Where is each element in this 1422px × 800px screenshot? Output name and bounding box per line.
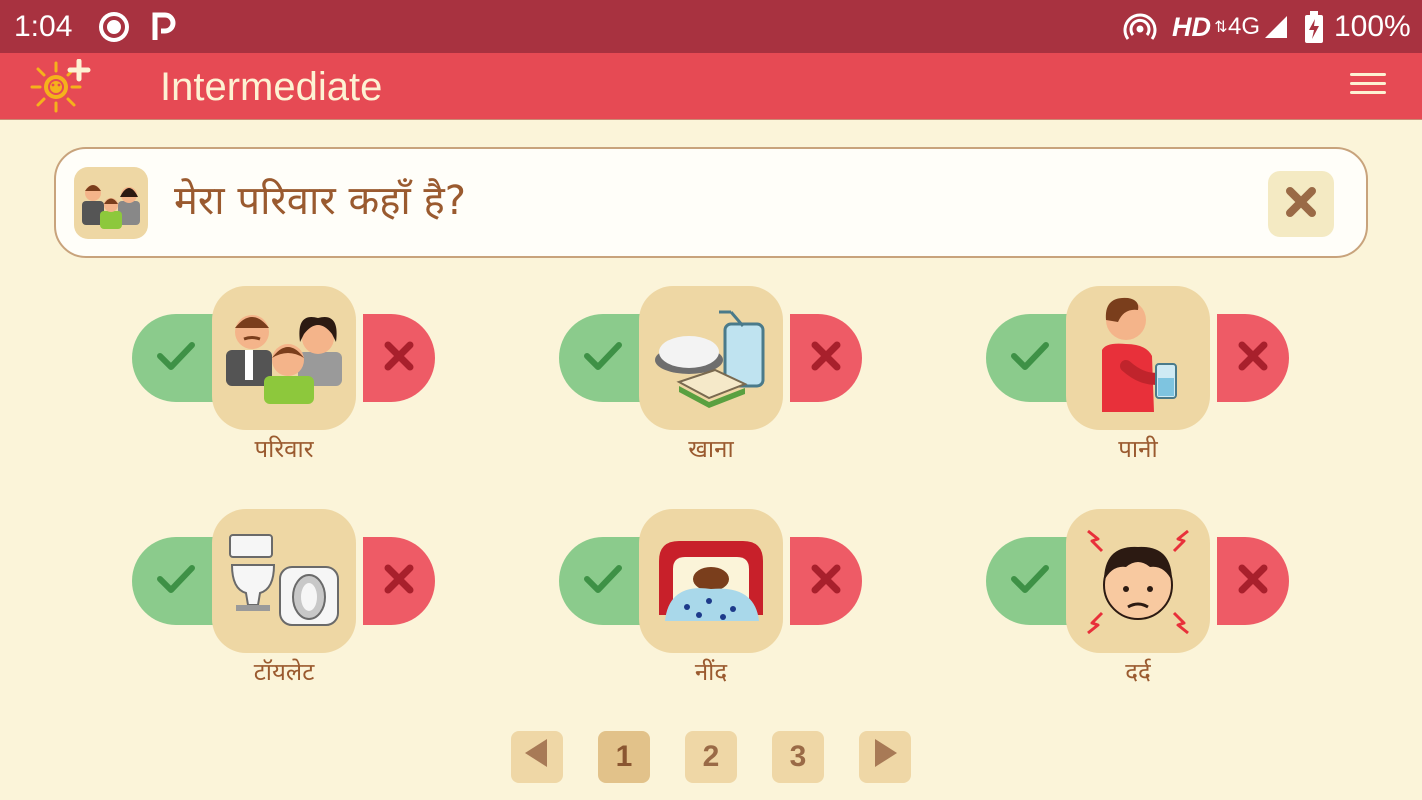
hamburger-menu-icon[interactable]	[1350, 73, 1386, 101]
app-bar: Intermediate	[0, 53, 1422, 120]
hotspot-icon	[1122, 9, 1158, 45]
battery-charging-icon	[1302, 9, 1326, 45]
signal-icon	[1262, 9, 1290, 45]
network-type: 4G	[1228, 13, 1261, 40]
no-button[interactable]	[1217, 537, 1289, 625]
network-label: HD	[1172, 11, 1211, 42]
triangle-left-icon	[523, 737, 551, 777]
card-label: टॉयलेट	[253, 658, 315, 686]
check-icon	[583, 563, 623, 599]
check-icon	[1010, 340, 1050, 376]
previous-page-button[interactable]	[511, 731, 563, 783]
status-bar: 1:04 HD ⇅ 4G 100%	[0, 0, 1422, 53]
page-1-button[interactable]: 1	[598, 731, 650, 783]
drinking-water-icon[interactable]	[1066, 286, 1210, 430]
close-icon	[810, 563, 842, 599]
check-icon	[583, 340, 623, 376]
page-title: Intermediate	[160, 65, 383, 109]
yes-button[interactable]	[132, 537, 220, 625]
close-icon	[1237, 340, 1269, 376]
word-card: परिवार	[132, 286, 442, 486]
family-icon	[74, 167, 148, 239]
sentence-bar: मेरा परिवार कहाँ है?	[54, 147, 1368, 258]
word-card: टॉयलेट	[132, 509, 442, 709]
triangle-right-icon	[871, 737, 899, 777]
check-icon	[156, 340, 196, 376]
toilet-icon[interactable]	[212, 509, 356, 653]
yes-button[interactable]	[132, 314, 220, 402]
clear-sentence-button[interactable]	[1268, 171, 1334, 237]
sentence-text: मेरा परिवार कहाँ है?	[174, 178, 466, 224]
record-icon	[96, 9, 132, 45]
close-icon	[810, 340, 842, 376]
close-icon	[383, 340, 415, 376]
family-icon[interactable]	[212, 286, 356, 430]
food-icon[interactable]	[639, 286, 783, 430]
yes-button[interactable]	[986, 537, 1074, 625]
card-label: नींद	[694, 658, 728, 686]
sleep-icon[interactable]	[639, 509, 783, 653]
next-page-button[interactable]	[859, 731, 911, 783]
page-3-button[interactable]: 3	[772, 731, 824, 783]
yes-button[interactable]	[986, 314, 1074, 402]
battery-percent: 100%	[1334, 10, 1411, 43]
word-card: दर्द	[986, 509, 1296, 709]
no-button[interactable]	[790, 537, 862, 625]
card-label: पानी	[1118, 435, 1158, 463]
yes-button[interactable]	[559, 314, 647, 402]
word-card: पानी	[986, 286, 1296, 486]
check-icon	[1010, 563, 1050, 599]
word-card: खाना	[559, 286, 869, 486]
card-label: खाना	[688, 435, 734, 463]
close-icon	[383, 563, 415, 599]
no-button[interactable]	[363, 537, 435, 625]
close-icon	[1237, 563, 1269, 599]
word-card: नींद	[559, 509, 869, 709]
no-button[interactable]	[1217, 314, 1289, 402]
status-time: 1:04	[14, 10, 73, 43]
pain-icon[interactable]	[1066, 509, 1210, 653]
no-button[interactable]	[363, 314, 435, 402]
no-button[interactable]	[790, 314, 862, 402]
data-arrows-icon: ⇅	[1214, 19, 1228, 36]
page-2-button[interactable]: 2	[685, 731, 737, 783]
card-label: दर्द	[1125, 658, 1151, 686]
card-label: परिवार	[254, 435, 314, 463]
check-icon	[156, 563, 196, 599]
yes-button[interactable]	[559, 537, 647, 625]
sun-plus-logo[interactable]	[30, 58, 92, 115]
close-icon	[1284, 185, 1318, 223]
p-app-icon	[150, 9, 178, 45]
